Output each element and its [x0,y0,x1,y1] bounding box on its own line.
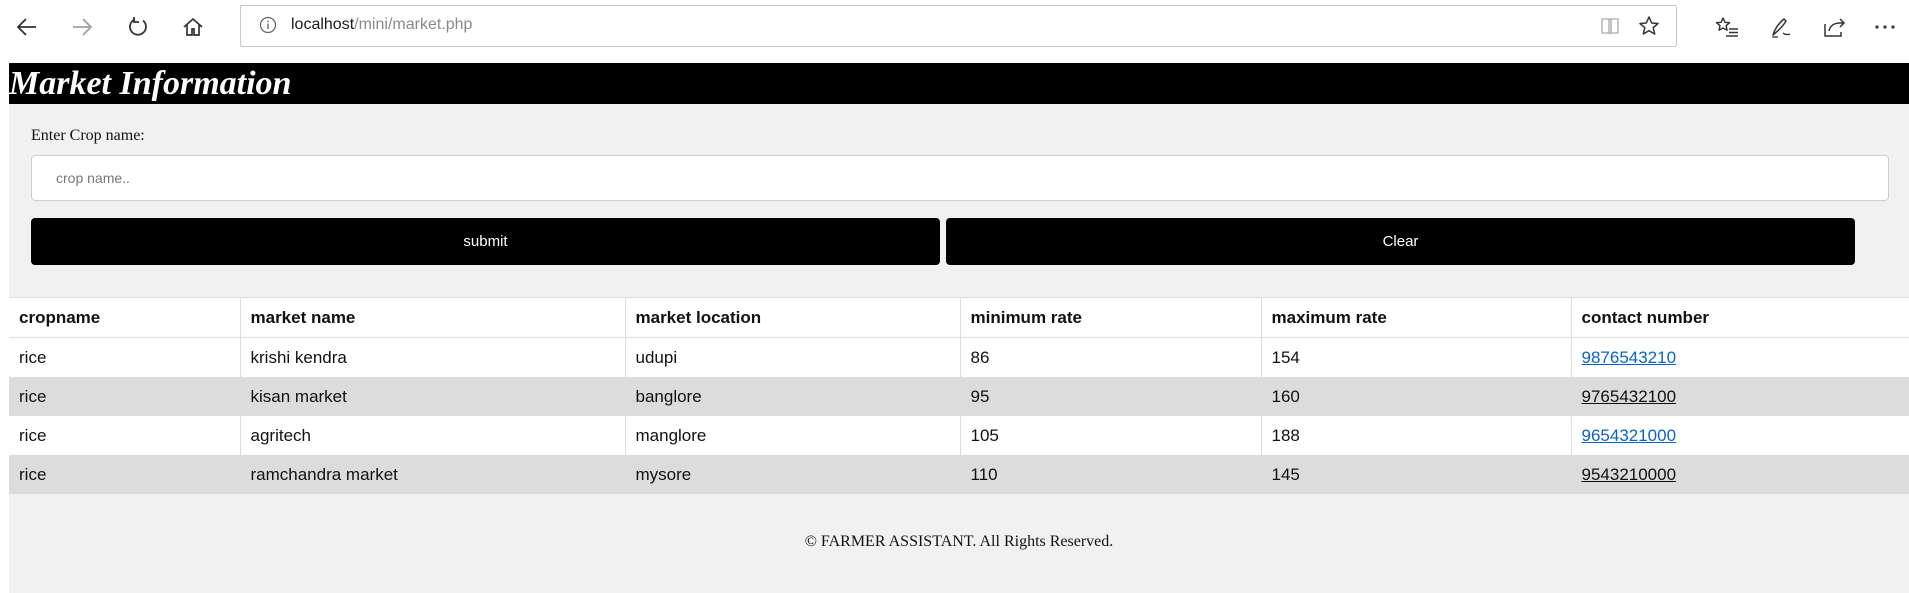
crop-name-input[interactable] [31,155,1889,201]
browser-toolbar: localhost/mini/market.php [0,0,1909,54]
cell-maximum-rate: 160 [1260,377,1571,416]
url-text[interactable]: localhost/mini/market.php [291,16,472,34]
crop-name-label: Enter Crop name: [31,127,145,144]
refresh-icon[interactable] [120,10,156,44]
title-bar: Market Information [9,63,1909,104]
url-host: localhost [291,16,355,33]
cell-cropname: rice [9,337,240,377]
cell-maximum-rate: 188 [1260,416,1571,455]
table-header-row: cropname market name market location min… [9,297,1909,338]
column-header-minimum-rate: minimum rate [959,297,1261,338]
clear-button[interactable]: Clear [946,218,1855,265]
info-icon[interactable] [259,16,277,39]
share-icon[interactable] [1817,10,1853,44]
contact-number-link[interactable]: 9765432100 [1582,387,1677,406]
cell-maximum-rate: 145 [1260,455,1571,494]
cell-market-name: kisan market [239,377,625,416]
forward-arrow-icon[interactable] [64,10,100,44]
contact-number-link[interactable]: 9876543210 [1582,348,1677,367]
cell-minimum-rate: 110 [959,455,1261,494]
table-row: rice kisan market banglore 95 160 976543… [9,377,1909,416]
page-content: Market Information Enter Crop name: subm… [9,63,1909,593]
column-header-cropname: cropname [9,297,240,338]
cell-contact-number: 9543210000 [1570,455,1909,494]
column-header-maximum-rate: maximum rate [1260,297,1571,338]
cell-market-location: udupi [624,337,960,377]
pen-icon[interactable] [1763,10,1799,44]
cell-cropname: rice [9,455,240,494]
column-header-market-location: market location [624,297,960,338]
cell-minimum-rate: 105 [959,416,1261,455]
page-title: Market Information [9,65,292,102]
back-arrow-icon[interactable] [9,10,45,44]
url-path: /mini/market.php [354,16,473,33]
cell-cropname: rice [9,416,240,455]
cell-market-location: mysore [624,455,960,494]
cell-market-name: ramchandra market [239,455,625,494]
cell-market-location: banglore [624,377,960,416]
submit-button[interactable]: submit [31,218,940,265]
cell-market-name: krishi kendra [239,337,625,377]
column-header-contact-number: contact number [1570,297,1909,338]
reading-view-icon[interactable] [1600,16,1620,41]
contact-number-link[interactable]: 9654321000 [1582,426,1677,445]
favorites-list-icon[interactable] [1709,10,1745,44]
cell-contact-number: 9654321000 [1570,416,1909,455]
cell-minimum-rate: 86 [959,337,1261,377]
table-row: rice agritech manglore 105 188 965432100… [9,416,1909,455]
cell-cropname: rice [9,377,240,416]
table-row: rice ramchandra market mysore 110 145 95… [9,455,1909,494]
contact-number-link[interactable]: 9543210000 [1582,465,1677,484]
favorite-star-icon[interactable] [1638,15,1660,42]
cell-minimum-rate: 95 [959,377,1261,416]
cell-maximum-rate: 154 [1260,337,1571,377]
home-icon[interactable] [175,10,211,44]
address-bar[interactable]: localhost/mini/market.php [240,5,1677,47]
cell-contact-number: 9765432100 [1570,377,1909,416]
cell-contact-number: 9876543210 [1570,337,1909,377]
more-menu-icon[interactable] [1867,10,1903,44]
footer-copyright: © FARMER ASSISTANT. All Rights Reserved. [804,533,1114,550]
cell-market-name: agritech [239,416,625,455]
market-table: cropname market name market location min… [9,297,1909,494]
cell-market-location: manglore [624,416,960,455]
table-row: rice krishi kendra udupi 86 154 98765432… [9,337,1909,377]
column-header-market-name: market name [239,297,625,338]
